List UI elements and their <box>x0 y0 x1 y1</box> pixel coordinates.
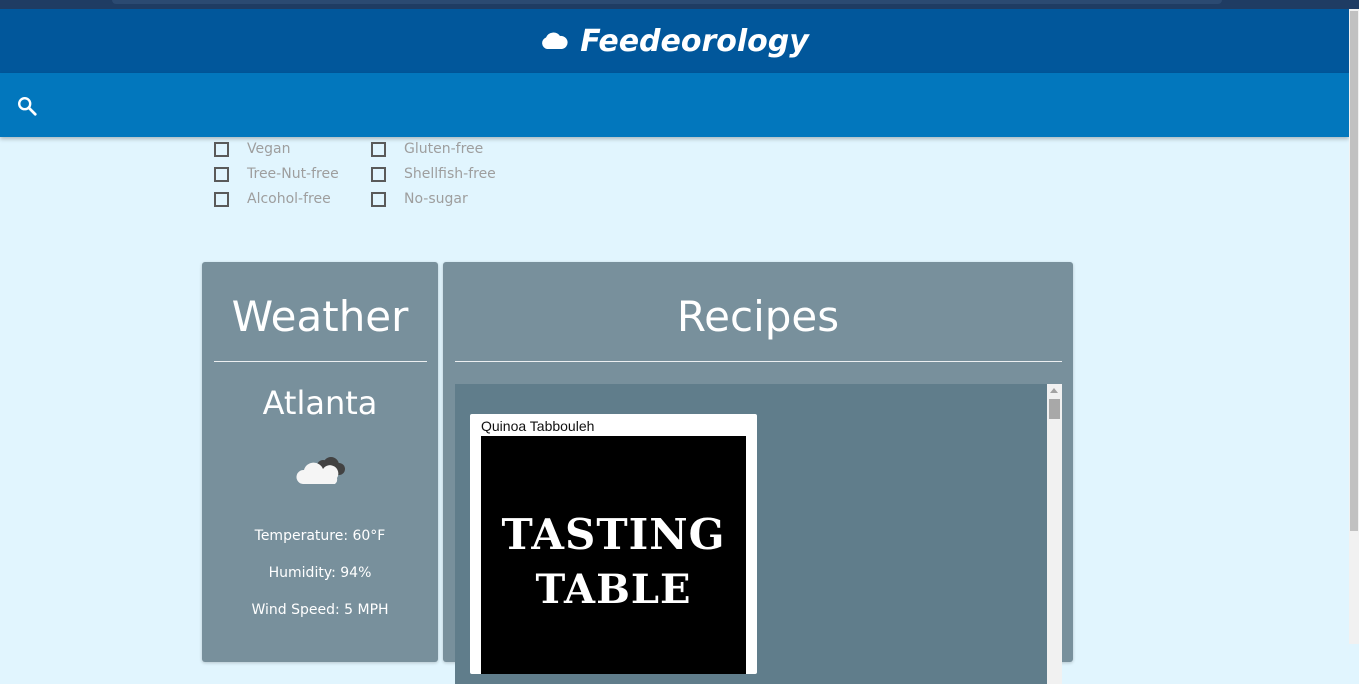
checkbox[interactable] <box>214 166 229 182</box>
filter-tree-nut-free[interactable]: Tree-Nut-free <box>214 165 371 183</box>
recipes-list[interactable]: Quinoa Tabbouleh TASTING TABLE <box>455 384 1047 684</box>
cloud-icon <box>542 32 568 49</box>
wind-speed-text: Wind Speed: 5 MPH <box>251 602 389 618</box>
page-scrollbar-thumb[interactable] <box>1350 11 1358 531</box>
recipe-image[interactable]: TASTING TABLE <box>481 436 746 674</box>
temperature-text: Temperature: 60°F <box>254 528 386 544</box>
checkbox[interactable] <box>371 191 386 207</box>
checkbox[interactable] <box>214 191 229 207</box>
browser-strip <box>0 0 1359 9</box>
app-header: Feedeorology <box>0 9 1349 73</box>
filter-shellfish-free[interactable]: Shellfish-free <box>371 165 511 183</box>
search-icon[interactable] <box>16 95 38 117</box>
divider <box>214 361 427 362</box>
recipes-scrollbar[interactable] <box>1047 384 1062 684</box>
humidity-text: Humidity: 94% <box>268 565 372 581</box>
filter-no-sugar[interactable]: No-sugar <box>371 190 511 208</box>
filter-gluten-free[interactable]: Gluten-free <box>371 140 511 158</box>
filter-alcohol-free[interactable]: Alcohol-free <box>214 190 371 208</box>
diet-filters: Vegan Gluten-free Tree-Nut-free Shellfis… <box>214 140 514 208</box>
recipe-name[interactable]: Quinoa Tabbouleh <box>481 418 594 434</box>
cloudy-icon <box>296 457 345 484</box>
city-name: Atlanta <box>262 384 378 422</box>
recipes-scrollbar-thumb[interactable] <box>1049 399 1060 419</box>
filter-label: Vegan <box>247 141 291 157</box>
checkbox[interactable] <box>214 141 229 157</box>
checkbox[interactable] <box>371 166 386 182</box>
filter-label: No-sugar <box>404 191 468 207</box>
search-bar[interactable] <box>0 73 1349 137</box>
browser-address-bar <box>112 0 1222 4</box>
page-scrollbar[interactable] <box>1349 9 1359 644</box>
weather-heading: Weather <box>231 292 409 341</box>
weather-card: Weather Atlanta Temperature: 60°F Humidi… <box>202 262 438 662</box>
filter-label: Tree-Nut-free <box>247 166 339 182</box>
app-title: Feedeorology <box>580 23 809 59</box>
filter-label: Gluten-free <box>404 141 484 157</box>
filter-vegan[interactable]: Vegan <box>214 140 371 158</box>
checkbox[interactable] <box>371 141 386 157</box>
recipes-heading: Recipes <box>676 292 840 341</box>
filter-label: Alcohol-free <box>247 191 331 207</box>
logo-text: TABLE <box>535 566 692 613</box>
logo-text: TASTING <box>501 510 726 559</box>
recipe-card[interactable]: Quinoa Tabbouleh TASTING TABLE <box>470 414 757 674</box>
scroll-up-icon[interactable] <box>1050 388 1058 393</box>
filter-label: Shellfish-free <box>404 166 496 182</box>
recipes-card: Recipes Quinoa Tabbouleh TASTING TABLE <box>443 262 1073 684</box>
divider <box>455 361 1062 362</box>
